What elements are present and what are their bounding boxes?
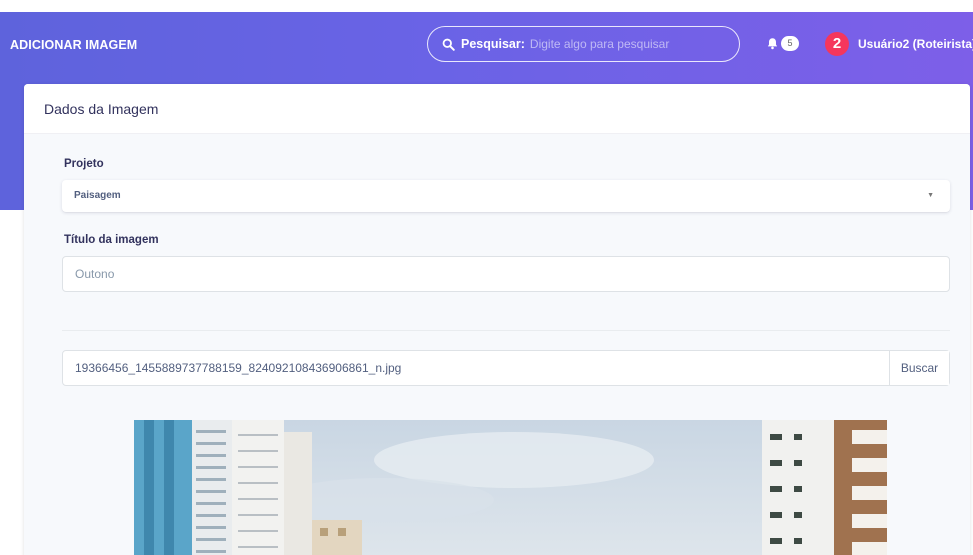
browse-button[interactable]: Buscar bbox=[889, 351, 949, 385]
card-title: Dados da Imagem bbox=[24, 84, 970, 134]
search-bar[interactable]: Pesquisar: bbox=[427, 26, 740, 62]
project-select[interactable]: Paisagem ▼ bbox=[62, 180, 950, 212]
user-menu[interactable]: Usuário2 (Roteirista) bbox=[858, 37, 973, 51]
search-label: Pesquisar: bbox=[461, 37, 525, 51]
project-label: Projeto bbox=[64, 158, 104, 170]
image-preview bbox=[134, 420, 887, 555]
divider bbox=[62, 330, 950, 331]
bell-icon[interactable] bbox=[766, 37, 779, 50]
notification-badge: 5 bbox=[781, 36, 799, 51]
file-name-field[interactable]: 19366456_1455889737788159_82409210843690… bbox=[75, 351, 401, 385]
image-form-card: Dados da Imagem Projeto Paisagem ▼ Títul… bbox=[24, 84, 970, 555]
project-select-value: Paisagem bbox=[74, 190, 121, 201]
search-icon bbox=[442, 38, 455, 51]
image-title-label: Título da imagem bbox=[64, 234, 159, 246]
caret-down-icon: ▼ bbox=[927, 192, 934, 199]
avatar[interactable]: 2 bbox=[825, 32, 849, 56]
file-input-group[interactable]: 19366456_1455889737788159_82409210843690… bbox=[62, 350, 950, 386]
page-title: ADICIONAR IMAGEM bbox=[10, 38, 138, 52]
image-title-input[interactable]: Outono bbox=[62, 256, 950, 292]
search-input[interactable] bbox=[529, 37, 720, 51]
